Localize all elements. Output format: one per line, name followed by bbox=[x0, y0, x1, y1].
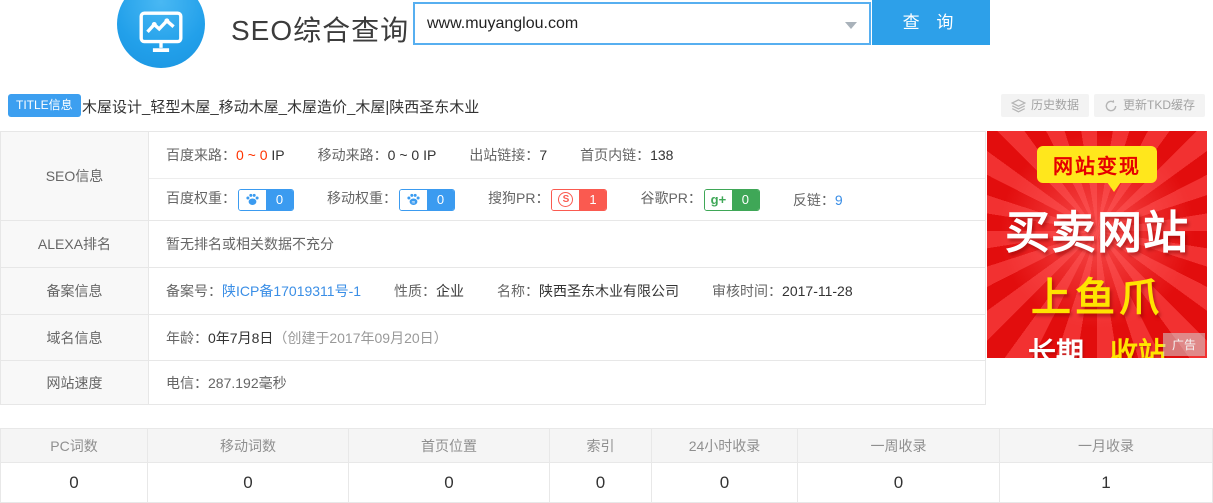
homepage-internal-links: 首页内链：138 bbox=[580, 145, 673, 165]
monitor-chart-icon bbox=[134, 6, 188, 60]
search-box bbox=[413, 2, 871, 45]
company-name: 名称：陕西圣东木业有限公司 bbox=[497, 281, 679, 301]
column-header: 24小时收录 bbox=[652, 429, 798, 463]
query-button[interactable]: 查 询 bbox=[872, 0, 990, 45]
refresh-icon bbox=[1104, 99, 1118, 113]
layers-icon bbox=[1011, 98, 1026, 113]
baidu-mobile-paw-icon: m bbox=[406, 192, 421, 207]
ad-banner[interactable]: 网站变现 买卖网站 上鱼爪 长期 收站 广告 bbox=[987, 131, 1207, 358]
table-row-speed: 网站速度 电信：287.192毫秒 bbox=[1, 360, 985, 404]
seo-query-page: SEO综合查询 查 询 TITLE信息 木屋设计_轻型木屋_移动木屋_木屋造价_… bbox=[0, 0, 1213, 503]
backlinks: 反链：9 bbox=[793, 190, 843, 210]
google-pr: 谷歌PR：g+0 bbox=[640, 188, 759, 210]
page-title: SEO综合查询 bbox=[231, 9, 409, 49]
ad-headline: 买卖网站 bbox=[987, 196, 1207, 261]
table-row-seo: SEO信息 百度来路：0 ~ 0 IP 移动来路：0 ~ 0 IP 出站链接：7… bbox=[1, 132, 985, 220]
mobile-weight-badge[interactable]: m0 bbox=[399, 189, 455, 211]
domain-age: 年龄：0年7月8日（创建于2017年09月20日） bbox=[166, 328, 448, 348]
table-row-domain: 域名信息 年龄：0年7月8日（创建于2017年09月20日） bbox=[1, 314, 985, 360]
seo-info-table: SEO信息 百度来路：0 ~ 0 IP 移动来路：0 ~ 0 IP 出站链接：7… bbox=[0, 131, 986, 405]
chevron-down-icon[interactable] bbox=[845, 22, 857, 29]
history-data-button[interactable]: 历史数据 bbox=[1001, 94, 1089, 117]
google-plus-icon: g+ bbox=[711, 192, 727, 207]
refresh-tkd-label: 更新TKD缓存 bbox=[1123, 94, 1195, 117]
stat-value: 0 bbox=[1, 463, 148, 502]
title-info-badge: TITLE信息 bbox=[8, 94, 81, 117]
mobile-weight: 移动权重：m0 bbox=[327, 188, 455, 210]
column-header: 索引 bbox=[550, 429, 652, 463]
review-date: 审核时间：2017-11-28 bbox=[712, 281, 853, 301]
stat-value: 0 bbox=[798, 463, 1000, 502]
sogou-pr: 搜狗PR：S1 bbox=[488, 188, 607, 210]
column-header: PC词数 bbox=[1, 429, 148, 463]
icp-number: 备案号：陕ICP备17019311号-1 bbox=[166, 281, 361, 301]
baidu-paw-icon bbox=[245, 192, 260, 207]
column-header: 首页位置 bbox=[349, 429, 550, 463]
row-label: 域名信息 bbox=[1, 315, 149, 360]
baidu-traffic: 百度来路：0 ~ 0 IP bbox=[166, 145, 285, 165]
row-label: SEO信息 bbox=[1, 132, 149, 220]
ad-badge-bubble: 网站变现 bbox=[1037, 146, 1157, 183]
stat-value: 1 bbox=[1000, 463, 1212, 502]
telecom-speed: 电信：287.192毫秒 bbox=[166, 373, 287, 393]
seo-traffic-line: 百度来路：0 ~ 0 IP 移动来路：0 ~ 0 IP 出站链接：7 首页内链：… bbox=[149, 132, 985, 178]
index-stats-table: PC词数 移动词数 首页位置 索引 24小时收录 一周收录 一月收录 0 0 0… bbox=[0, 428, 1213, 503]
table-row-beian: 备案信息 备案号：陕ICP备17019311号-1 性质：企业 名称：陕西圣东木… bbox=[1, 267, 985, 314]
ad-subline: 上鱼爪 bbox=[987, 265, 1207, 323]
google-pr-badge[interactable]: g+0 bbox=[704, 189, 760, 211]
baidu-weight-badge[interactable]: 0 bbox=[238, 189, 294, 211]
mobile-traffic: 移动来路：0 ~ 0 IP bbox=[318, 145, 437, 165]
alexa-status-text: 暂无排名或相关数据不充分 bbox=[166, 234, 334, 254]
refresh-tkd-button[interactable]: 更新TKD缓存 bbox=[1094, 94, 1205, 117]
row-label: ALEXA排名 bbox=[1, 221, 149, 267]
sogou-pr-badge[interactable]: S1 bbox=[551, 189, 607, 211]
stat-value: 0 bbox=[550, 463, 652, 502]
history-data-label: 历史数据 bbox=[1031, 94, 1079, 117]
column-header: 移动词数 bbox=[148, 429, 349, 463]
company-type: 性质：企业 bbox=[394, 281, 464, 301]
seo-weight-line: 百度权重：0 移动权重：m0 搜狗PR：S1 谷歌PR：g+0 反链：9 bbox=[149, 178, 985, 220]
stat-value: 0 bbox=[148, 463, 349, 502]
stat-value: 0 bbox=[349, 463, 550, 502]
site-title-text: 木屋设计_轻型木屋_移动木屋_木屋造价_木屋|陕西圣东木业 bbox=[82, 96, 479, 117]
row-label: 备案信息 bbox=[1, 268, 149, 314]
svg-text:m: m bbox=[412, 200, 416, 205]
title-bar: TITLE信息 木屋设计_轻型木屋_移动木屋_木屋造价_木屋|陕西圣东木业 历史… bbox=[0, 94, 1213, 118]
ad-label-tag: 广告 bbox=[1163, 333, 1205, 356]
column-header: 一周收录 bbox=[798, 429, 1000, 463]
stat-value: 0 bbox=[652, 463, 798, 502]
baidu-weight: 百度权重：0 bbox=[166, 188, 294, 210]
column-header: 一月收录 bbox=[1000, 429, 1212, 463]
sogou-s-icon: S bbox=[558, 192, 573, 207]
outbound-links: 出站链接：7 bbox=[469, 145, 547, 165]
url-search-input[interactable] bbox=[415, 4, 869, 43]
app-logo bbox=[117, 0, 205, 68]
table-row-alexa: ALEXA排名 暂无排名或相关数据不充分 bbox=[1, 220, 985, 267]
row-label: 网站速度 bbox=[1, 361, 149, 404]
